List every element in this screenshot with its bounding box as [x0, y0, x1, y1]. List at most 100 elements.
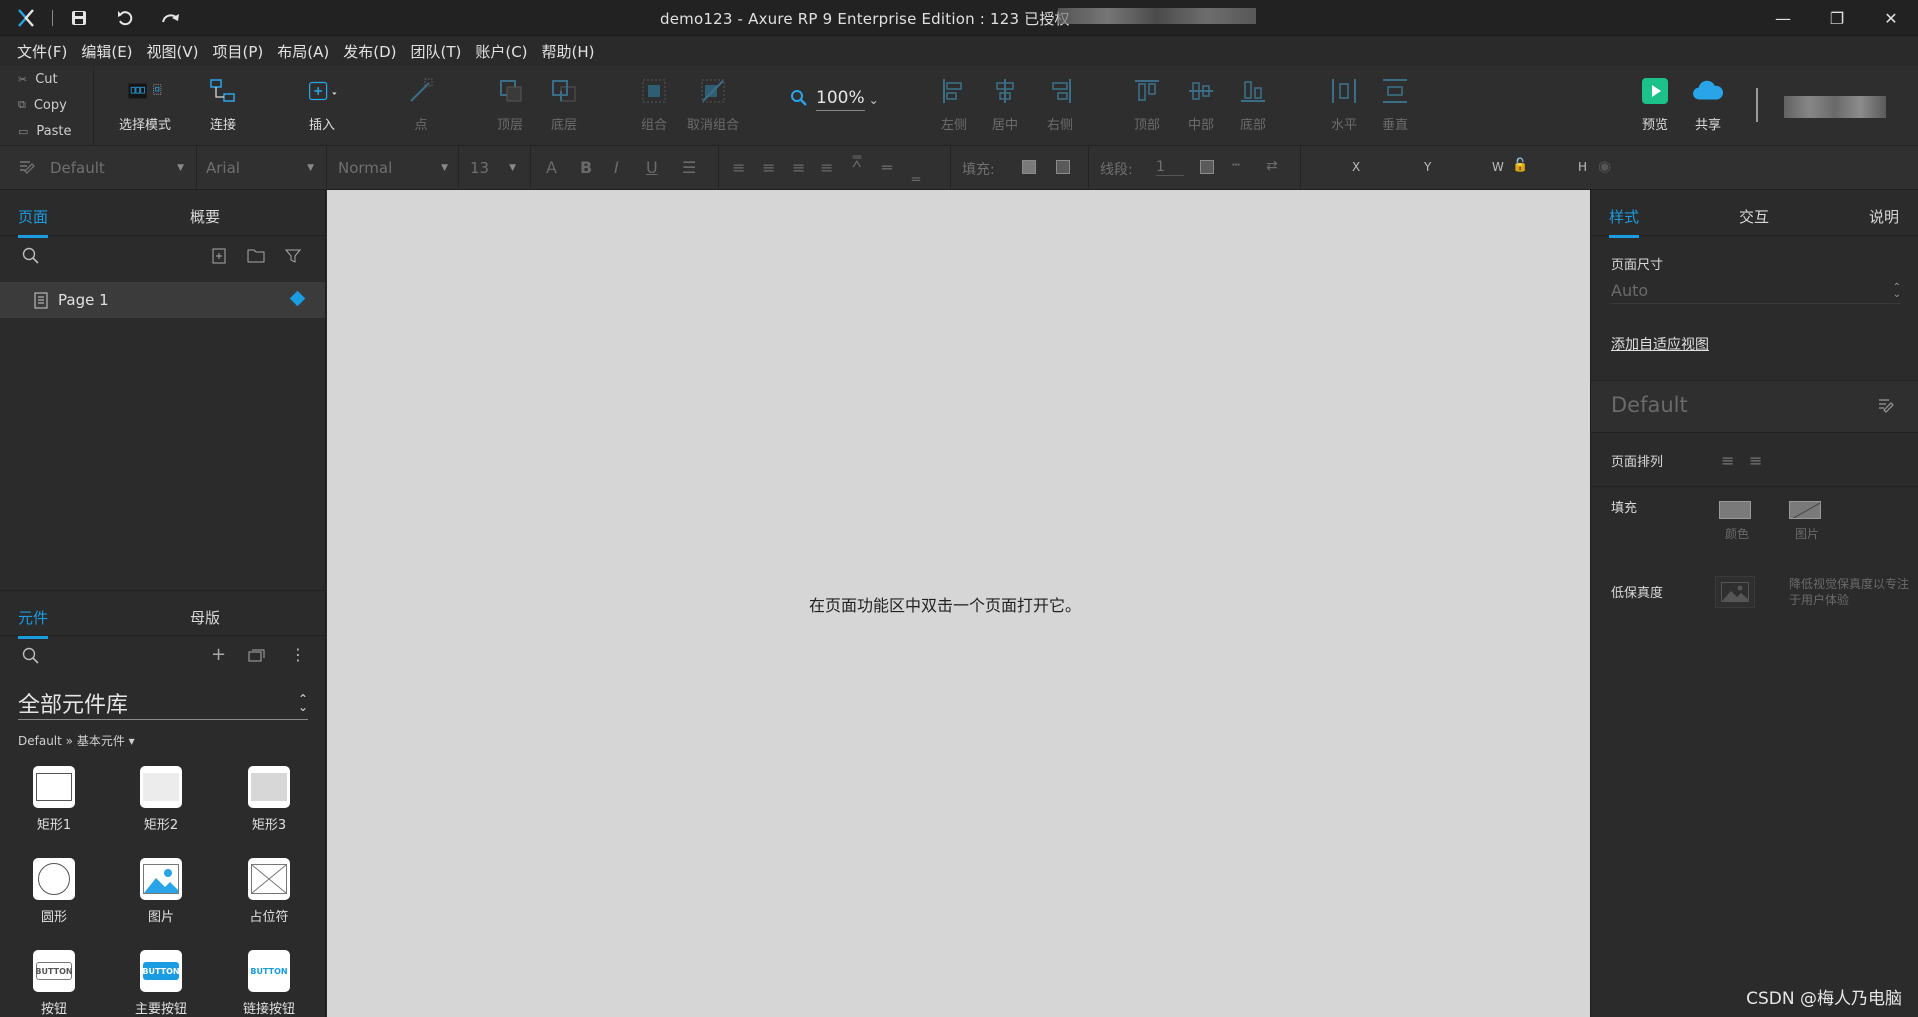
- insert-button[interactable]: 插入: [287, 74, 357, 133]
- menu-arrange[interactable]: 布局(A): [270, 41, 336, 62]
- menu-account[interactable]: 账户(C): [468, 41, 534, 62]
- edit-style-icon[interactable]: [1877, 397, 1895, 419]
- tab-pages[interactable]: 页面: [18, 206, 49, 238]
- zoom-control[interactable]: 100% ⌄: [790, 88, 879, 111]
- ungroup-button[interactable]: 取消组合: [678, 74, 748, 133]
- point-button[interactable]: 点: [386, 74, 456, 133]
- distribute-horizontal-label: 水平: [1330, 118, 1357, 133]
- fill-image-button[interactable]: [1789, 501, 1821, 519]
- fill-color-button[interactable]: [1719, 501, 1751, 519]
- menu-team[interactable]: 团队(T): [403, 41, 468, 62]
- font-color-icon[interactable]: A: [546, 158, 557, 177]
- more-vertical-icon[interactable]: ⋮: [290, 645, 306, 664]
- tab-masters[interactable]: 母版: [190, 607, 220, 628]
- bullet-list-icon[interactable]: ☰: [682, 158, 696, 177]
- align-text-right-icon[interactable]: ≡: [792, 158, 805, 177]
- select-mode-button[interactable]: 选择模式: [110, 74, 180, 133]
- italic-icon[interactable]: I: [614, 158, 619, 177]
- page-align-left-icon[interactable]: ≡: [1721, 451, 1734, 470]
- copy-button[interactable]: ⧉ Copy: [0, 92, 93, 118]
- valign-middle-icon[interactable]: ═: [882, 158, 892, 177]
- arrow-style-icon[interactable]: ⇄: [1266, 158, 1278, 174]
- shadow-swatch[interactable]: [1056, 160, 1070, 174]
- restore-button[interactable]: ❐: [1810, 0, 1864, 36]
- widget-rectangle2[interactable]: 矩形2: [121, 766, 201, 833]
- visibility-eye-icon[interactable]: ◉: [1598, 157, 1611, 175]
- share-button[interactable]: 共享: [1673, 74, 1743, 133]
- line-width-input[interactable]: 1: [1156, 159, 1184, 176]
- align-text-center-icon[interactable]: ≡: [762, 158, 775, 177]
- font-size-select[interactable]: 13 ▼: [464, 156, 524, 180]
- valign-bottom-icon[interactable]: ‗: [912, 162, 920, 181]
- tab-notes[interactable]: 说明: [1869, 206, 1899, 227]
- send-back-button[interactable]: 底层: [529, 74, 599, 133]
- menu-view[interactable]: 视图(V): [140, 41, 206, 62]
- distribute-vertical-icon: [1378, 74, 1412, 108]
- distribute-vertical-button[interactable]: 垂直: [1360, 74, 1430, 133]
- lock-ratio-icon[interactable]: 🔓: [1512, 158, 1528, 173]
- fill-color-swatch[interactable]: [1022, 160, 1036, 174]
- distribute-horizontal-icon: [1327, 74, 1361, 108]
- undo-icon[interactable]: [113, 6, 137, 30]
- line-style-icon[interactable]: ┅: [1232, 158, 1240, 173]
- widget-link-button[interactable]: BUTTON 链接按钮: [229, 950, 309, 1017]
- font-select[interactable]: Arial ▼: [200, 156, 322, 180]
- font-weight-select[interactable]: Normal ▼: [332, 156, 456, 180]
- redo-icon[interactable]: [159, 6, 183, 30]
- widget-placeholder[interactable]: 占位符: [229, 858, 309, 925]
- save-icon[interactable]: [67, 6, 91, 30]
- add-page-icon[interactable]: [212, 248, 226, 268]
- style-edit-icon[interactable]: [18, 158, 36, 180]
- page-align-center-icon[interactable]: ≡: [1749, 451, 1762, 470]
- widget-circle[interactable]: 圆形: [14, 858, 94, 925]
- library-breadcrumb[interactable]: Default » 基本元件 ▾: [18, 732, 135, 749]
- tab-interactions[interactable]: 交互: [1739, 206, 1769, 227]
- add-folder-icon[interactable]: [247, 248, 265, 267]
- filter-icon[interactable]: [284, 248, 302, 268]
- page-size-select[interactable]: Auto ⌃ ⌄: [1611, 278, 1901, 304]
- menu-project[interactable]: 项目(P): [206, 41, 271, 62]
- line-color-swatch[interactable]: [1200, 160, 1214, 174]
- cut-button[interactable]: ✂ Cut: [0, 66, 93, 92]
- align-bottom-button[interactable]: 底部: [1218, 74, 1288, 133]
- connect-button[interactable]: 连接: [188, 74, 258, 133]
- page-size-updown-icon: ⌃ ⌄: [1892, 281, 1901, 300]
- widget-primary-button[interactable]: BUTTON 主要按钮: [121, 950, 201, 1017]
- widget-rectangle3[interactable]: 矩形3: [229, 766, 309, 833]
- tab-widgets[interactable]: 元件: [18, 607, 49, 639]
- add-library-icon[interactable]: +: [211, 644, 226, 665]
- page-size-label: 页面尺寸: [1611, 258, 1664, 273]
- add-adaptive-view-link[interactable]: 添加自适应视图: [1611, 334, 1709, 354]
- menu-edit[interactable]: 编辑(E): [74, 41, 139, 62]
- library-select[interactable]: 全部元件库 ⌃ ⌄: [18, 686, 308, 720]
- low-fidelity-toggle[interactable]: [1715, 576, 1755, 608]
- style-name[interactable]: Default: [1611, 393, 1688, 417]
- widget-button[interactable]: BUTTON 按钮: [14, 950, 94, 1017]
- underline-icon[interactable]: U: [646, 158, 658, 177]
- format-divider: [458, 146, 459, 190]
- widget-image[interactable]: 图片: [121, 858, 201, 925]
- tab-outline[interactable]: 概要: [190, 206, 220, 227]
- library-options-icon[interactable]: [248, 648, 266, 666]
- page-tree-item[interactable]: Page 1: [0, 282, 325, 318]
- align-text-left-icon[interactable]: ≡: [732, 158, 745, 177]
- minimize-button[interactable]: —: [1756, 0, 1810, 36]
- style-header: Default: [1591, 380, 1918, 432]
- style-select[interactable]: Default ▼: [44, 156, 192, 180]
- bold-icon[interactable]: B: [580, 158, 592, 177]
- menu-publish[interactable]: 发布(D): [336, 41, 403, 62]
- widget-rectangle1[interactable]: 矩形1: [14, 766, 94, 833]
- align-text-justify-icon[interactable]: ≡: [820, 158, 833, 177]
- align-right-button[interactable]: 右侧: [1025, 74, 1095, 133]
- menu-file[interactable]: 文件(F): [10, 41, 74, 62]
- tab-style[interactable]: 样式: [1609, 206, 1640, 238]
- widgets-search-icon[interactable]: [22, 647, 40, 669]
- paste-button[interactable]: ▭ Paste: [0, 118, 93, 144]
- account-blurred[interactable]: [1784, 96, 1886, 118]
- design-canvas[interactable]: 在页面功能区中双击一个页面打开它。: [327, 190, 1590, 1017]
- zoom-value[interactable]: 100%: [816, 88, 865, 111]
- valign-top-icon[interactable]: ⩞: [852, 152, 862, 172]
- close-button[interactable]: ✕: [1864, 0, 1918, 36]
- menu-help[interactable]: 帮助(H): [535, 41, 602, 62]
- pages-search-icon[interactable]: [22, 247, 40, 269]
